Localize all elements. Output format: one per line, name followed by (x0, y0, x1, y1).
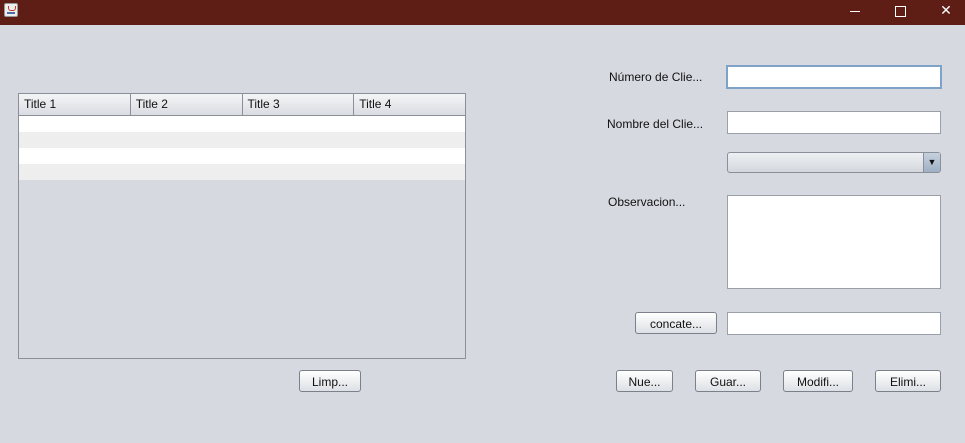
delete-button[interactable]: Elimi... (875, 370, 941, 392)
clients-table[interactable]: Title 1 Title 2 Title 3 Title 4 (18, 93, 466, 359)
maximize-icon (894, 6, 906, 17)
column-header-4[interactable]: Title 4 (354, 94, 465, 115)
clear-button[interactable]: Limp... (299, 370, 361, 392)
chevron-down-icon[interactable]: ▼ (923, 153, 940, 172)
client-name-label: Nombre del Clie... (607, 117, 704, 131)
client-name-input[interactable] (727, 111, 941, 134)
observation-textarea[interactable] (727, 195, 941, 289)
modify-button[interactable]: Modifi... (783, 370, 853, 392)
minimize-icon (850, 11, 860, 12)
table-row[interactable] (19, 116, 465, 132)
table-row[interactable] (19, 132, 465, 148)
table-row[interactable] (19, 164, 465, 180)
new-button[interactable]: Nue... (616, 370, 673, 392)
concat-button[interactable]: concate... (635, 312, 717, 334)
concat-result-field[interactable] (727, 312, 941, 335)
minimize-button[interactable] (832, 0, 878, 25)
java-app-icon (4, 3, 18, 17)
table-row[interactable] (19, 148, 465, 164)
title-bar: ✕ (0, 0, 965, 25)
client-number-label: Número de Clie... (609, 70, 703, 84)
close-button[interactable]: ✕ (923, 0, 965, 25)
client-type-select[interactable]: ▼ (727, 152, 941, 173)
maximize-button[interactable] (877, 0, 923, 25)
observation-label: Observacion... (608, 195, 686, 209)
table-header: Title 1 Title 2 Title 3 Title 4 (19, 94, 465, 116)
column-header-2[interactable]: Title 2 (131, 94, 243, 115)
close-icon: ✕ (940, 3, 952, 19)
column-header-3[interactable]: Title 3 (243, 94, 355, 115)
client-number-input[interactable] (726, 65, 942, 89)
column-header-1[interactable]: Title 1 (19, 94, 131, 115)
save-button[interactable]: Guar... (695, 370, 761, 392)
